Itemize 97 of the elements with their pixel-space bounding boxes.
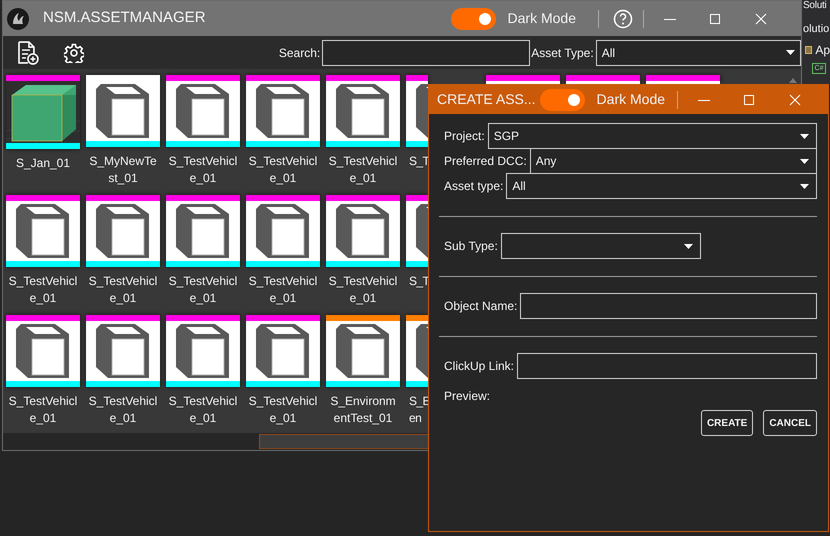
asset-name: S_MyNewTe st_01 [88, 153, 158, 187]
cube-icon [16, 324, 69, 378]
cube-icon [96, 84, 149, 138]
asset-name: S_TestVehicl e_01 [8, 273, 78, 307]
asset-thumbnail[interactable] [566, 75, 640, 84]
maximize-icon[interactable] [709, 12, 721, 24]
asset-name: S_Jan_01 [14, 155, 72, 172]
asset-thumbnail[interactable] [406, 315, 428, 387]
cube-icon [336, 84, 389, 138]
asset-thumbnail[interactable] [6, 315, 80, 387]
asset-thumbnail[interactable] [246, 315, 320, 387]
field-label: Object Name: [444, 298, 518, 315]
asset-name: S_TestVehicl e_01 [248, 393, 318, 427]
cube-icon [176, 204, 229, 258]
asset-thumbnail[interactable] [326, 315, 400, 387]
field-label: Project: [444, 128, 485, 145]
asset-thumbnail[interactable] [86, 315, 160, 387]
asset-name: S_TestVehicl e_01 [168, 153, 238, 187]
window-title: CREATE ASS... [437, 90, 536, 109]
cube-icon [96, 324, 149, 378]
tree-item[interactable]: Ap [815, 40, 830, 58]
asset-name: S_T [409, 273, 430, 290]
field-label: Preferred DCC: [444, 153, 527, 170]
asset-name: S_TestVehicl e_01 [328, 273, 398, 307]
cube-icon [416, 84, 428, 138]
toggle-switch[interactable] [450, 8, 496, 30]
asset-name: S_TestVehicl e_01 [8, 393, 78, 427]
panel-heading: olutio [803, 22, 830, 37]
dropdown-arrow-icon [800, 158, 809, 164]
asset-thumbnail[interactable] [166, 315, 240, 387]
dropdown-field[interactable]: All [506, 173, 817, 199]
asset-thumbnail[interactable] [166, 75, 240, 147]
new-file-icon[interactable] [17, 40, 39, 64]
cube-icon [416, 204, 428, 258]
asset-thumbnail[interactable] [406, 75, 428, 147]
asset-name: S_TestVehicl e_01 [328, 153, 398, 187]
asset-name: S_TestVehicl e_01 [168, 273, 238, 307]
field-label: Asset type: [444, 178, 504, 195]
cube-icon [96, 204, 149, 258]
settings-icon[interactable] [64, 42, 84, 62]
asset-thumbnail[interactable] [6, 75, 80, 149]
cube-icon [416, 324, 428, 378]
input-field[interactable] [517, 353, 817, 379]
toggle-label: Dark Mode [596, 90, 666, 109]
app-logo-icon [7, 8, 29, 30]
asset-thumbnail[interactable] [86, 75, 160, 147]
asset-type-label: Asset Type: [531, 44, 594, 62]
asset-thumbnail[interactable] [486, 75, 560, 84]
dialog-button[interactable]: CREATE [700, 410, 754, 436]
asset-thumbnail[interactable] [326, 75, 400, 147]
dropdown-field[interactable]: SGP [488, 123, 817, 149]
cube-icon [256, 84, 309, 138]
asset-type-dropdown[interactable]: All [596, 40, 801, 66]
asset-thumbnail[interactable] [326, 195, 400, 267]
toggle-label: Dark Mode [508, 9, 576, 28]
dropdown-arrow-icon [786, 50, 795, 55]
asset-thumbnail[interactable] [246, 195, 320, 267]
close-icon[interactable] [789, 94, 802, 106]
dropdown-arrow-icon [684, 244, 693, 248]
dropdown-arrow-icon [800, 134, 809, 138]
search-label: Search: [278, 44, 320, 62]
dropdown-arrow-icon [800, 184, 809, 188]
panel-title: Soluti [803, 0, 828, 12]
help-icon[interactable] [613, 8, 633, 28]
window-title: NSM.ASSETMANAGER [43, 8, 206, 28]
asset-thumbnail[interactable] [646, 75, 720, 84]
folder-icon [805, 46, 812, 54]
field-label: ClickUp Link: [444, 358, 514, 375]
asset-name: S_Environm entTest_01 [329, 393, 397, 427]
asset-thumbnail[interactable] [246, 75, 320, 147]
asset-name: S_TestVehicl e_01 [88, 393, 158, 427]
dropdown-field[interactable]: Any [530, 148, 817, 174]
asset-thumbnail[interactable] [86, 195, 160, 267]
cube-icon [16, 204, 69, 258]
asset-thumbnail[interactable] [406, 195, 428, 267]
asset-name: S_TestVehicl e_01 [248, 153, 318, 187]
cube-icon [336, 324, 389, 378]
asset-name: S_TestVehicl e_01 [248, 273, 318, 307]
toggle-switch[interactable] [540, 88, 585, 110]
field-label: Sub Type: [444, 238, 498, 255]
dropdown-field[interactable] [500, 233, 701, 259]
cube-icon [336, 204, 389, 258]
close-icon[interactable] [755, 12, 767, 24]
preview-label: Preview: [443, 388, 492, 405]
maximize-icon[interactable] [743, 94, 756, 106]
search-field[interactable] [322, 40, 530, 66]
asset-name: S_TestVehicl e_01 [168, 393, 238, 427]
cube-icon [256, 324, 309, 378]
input-field[interactable] [520, 293, 817, 319]
dialog-button[interactable]: CANCEL [763, 410, 817, 436]
asset-thumbnail[interactable] [166, 195, 240, 267]
cube-icon [256, 204, 309, 258]
asset-thumbnail[interactable] [6, 195, 80, 267]
asset-name: S_T [409, 153, 430, 170]
cube-icon [176, 324, 229, 378]
asset-name: S_TestVehicl e_01 [88, 273, 158, 307]
cube-icon [176, 84, 229, 138]
